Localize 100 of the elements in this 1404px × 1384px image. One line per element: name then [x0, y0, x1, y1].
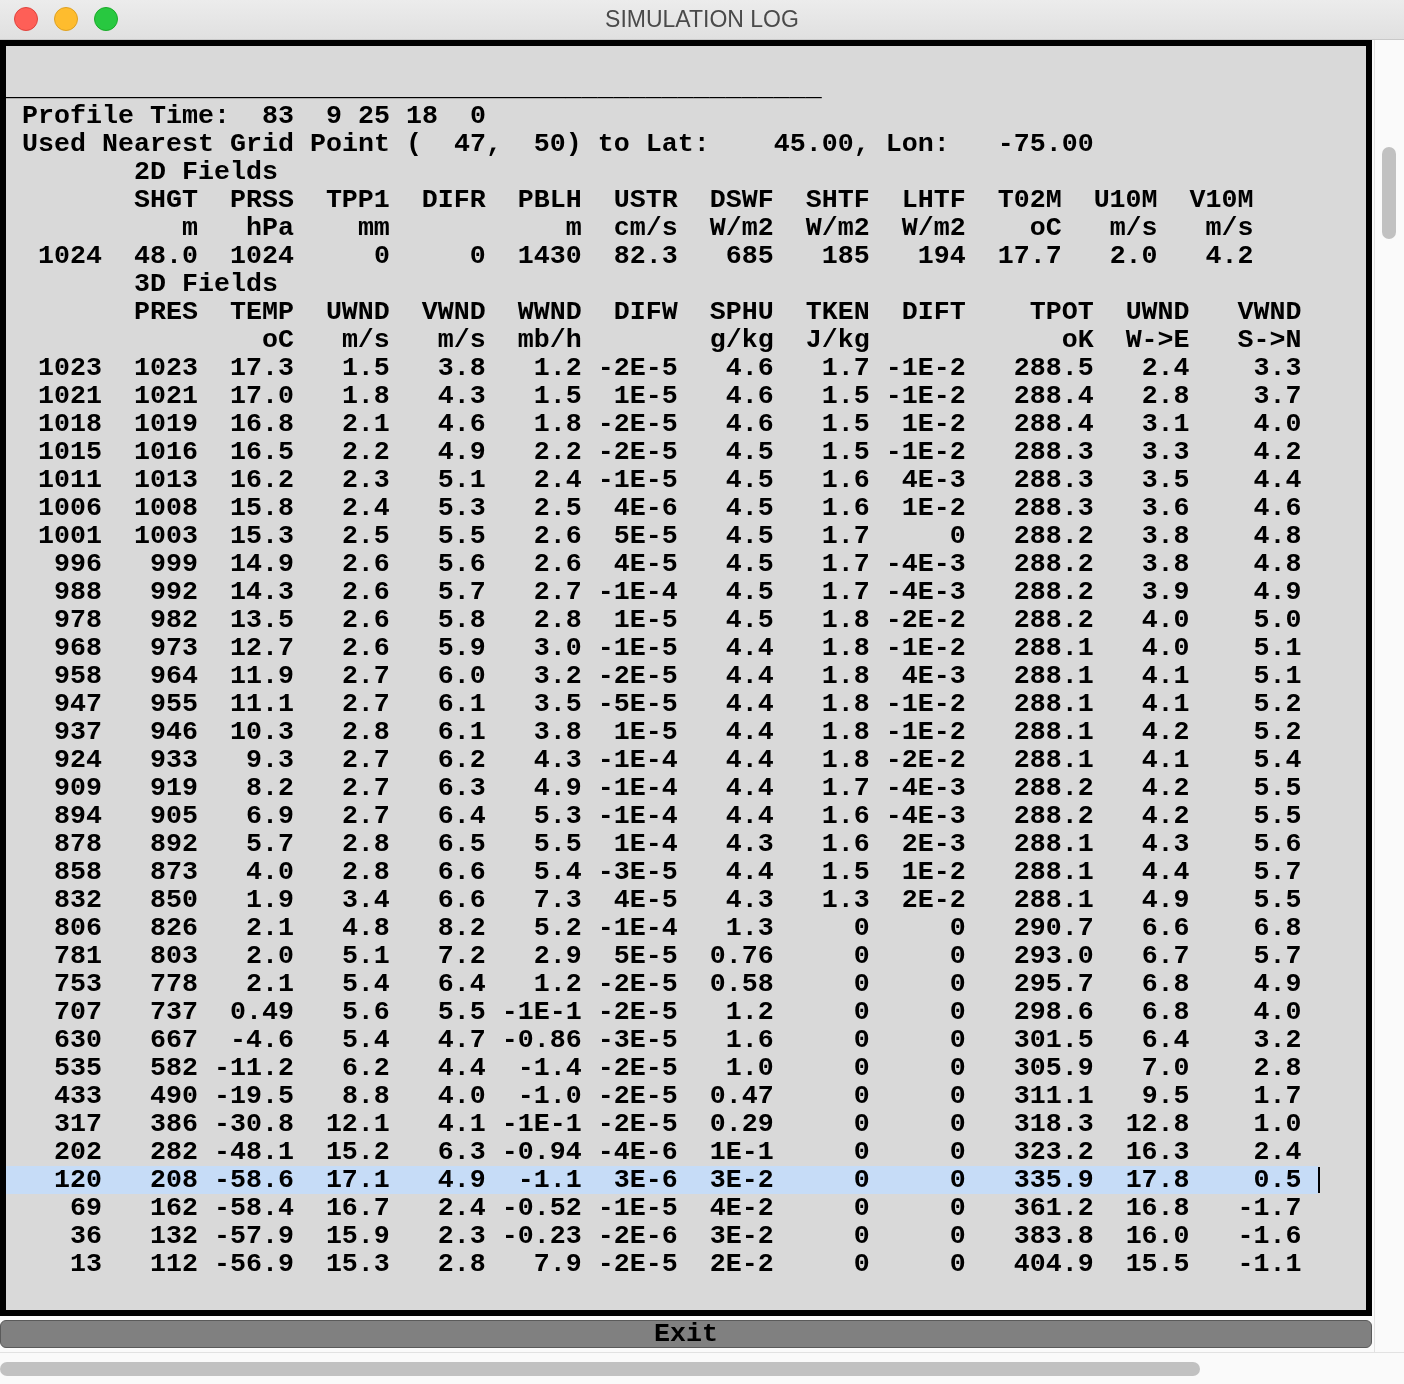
table-cell-text: 5.2: [1252, 690, 1302, 718]
table-cell-text: 6.8: [1140, 998, 1190, 1026]
table-cell-text: 0: [948, 522, 966, 550]
table-cell-text: 4.2: [1204, 242, 1254, 270]
table-row[interactable]: 753 778 2.1 5.4 6.4 1.2 -2E-5 0.58 0 0 295.7 6.8 4.9: [6, 970, 1318, 998]
table-row[interactable]: 202 282 -48.1 15.2 6.3 -0.94 -4E-6 1E-1 0 0 323.2 16.3 2.4: [6, 1138, 1318, 1166]
table-row[interactable]: 13 112 -56.9 15.3 2.8 7.9 -2E-5 2E-2 0 0 404.9 15.5 -1.1: [6, 1250, 1318, 1278]
table-cell-text: 1E-4: [612, 830, 678, 858]
table-cell-text: 2.7: [532, 578, 582, 606]
table-row[interactable]: 996 999 14.9 2.6 5.6 2.6 4E-5 4.5 1.7 -4E-3 288.2 3.8 4.8: [6, 550, 1318, 578]
table-cell-text: 5.1: [1252, 634, 1302, 662]
table-row[interactable]: 535 582 -11.2 6.2 4.4 -1.4 -2E-5 1.0 0 0 305.9 7.0 2.8: [6, 1054, 1318, 1082]
table-cell-text: 924: [52, 746, 102, 774]
table-cell-text: -0.94: [500, 1138, 582, 1166]
table-cell-text: 4.1: [1140, 746, 1190, 774]
unit-label: m: [180, 214, 198, 242]
table-row[interactable]: 120 208 -58.6 17.1 4.9 -1.1 3E-6 3E-2 0 0 335.9 17.8 0.5: [6, 1166, 1318, 1194]
table-row[interactable]: 924 933 9.3 2.7 6.2 4.3 -1E-4 4.4 1.8 -2E-2 288.1 4.1 5.4: [6, 746, 1318, 774]
table-row[interactable]: 806 826 2.1 4.8 8.2 5.2 -1E-4 1.3 0 0 290.7 6.6 6.8: [6, 914, 1318, 942]
table-cell-text: 361.2: [1012, 1194, 1094, 1222]
window-title: SIMULATION LOG: [605, 6, 799, 33]
table-cell-text: 5.6: [436, 550, 486, 578]
table-row[interactable]: 69 162 -58.4 16.7 2.4 -0.52 -1E-5 4E-2 0 0 361.2 16.8 -1.7: [6, 1194, 1318, 1222]
table-cell-text: 5.2: [532, 914, 582, 942]
table-cell-text: 4.9: [532, 774, 582, 802]
table-cell-text: 4.6: [436, 410, 486, 438]
table-row[interactable]: 1006 1008 15.8 2.4 5.3 2.5 4E-6 4.5 1.6 1E-2 288.3 3.6 4.6: [6, 494, 1318, 522]
table-cell-text: 288.2: [1012, 522, 1094, 550]
table-cell-text: -4E-3: [884, 774, 966, 802]
table-cell-text: 15.3: [324, 1250, 390, 1278]
table-row[interactable]: 781 803 2.0 5.1 7.2 2.9 5E-5 0.76 0 0 293.0 6.7 5.7: [6, 942, 1318, 970]
section-title: 2D Fields: [133, 158, 278, 186]
table-cell-text: 4.6: [724, 354, 774, 382]
table-row[interactable]: 978 982 13.5 2.6 5.8 2.8 1E-5 4.5 1.8 -2E-2 288.2 4.0 5.0: [6, 606, 1318, 634]
table-row[interactable]: 968 973 12.7 2.6 5.9 3.0 -1E-5 4.4 1.8 -1E-2 288.1 4.0 5.1: [6, 634, 1318, 662]
close-button[interactable]: [14, 7, 38, 31]
table-row[interactable]: 878 892 5.7 2.8 6.5 5.5 1E-4 4.3 1.6 2E-3 288.1 4.3 5.6: [6, 830, 1318, 858]
table-cell-text: -1E-2: [884, 438, 966, 466]
table-row[interactable]: 1023 1023 17.3 1.5 3.8 1.2 -2E-5 4.6 1.7 -1E-2 288.5 2.4 3.3: [6, 354, 1318, 382]
table-row[interactable]: 958 964 11.9 2.7 6.0 3.2 -2E-5 4.4 1.8 4E-3 288.1 4.1 5.1: [6, 662, 1318, 690]
table-cell-text: 288.1: [1012, 886, 1094, 914]
table-cell-text: 288.1: [1012, 746, 1094, 774]
table-row[interactable]: 947 955 11.1 2.7 6.1 3.5 -5E-5 4.4 1.8 -1E-2 288.1 4.1 5.2: [6, 690, 1318, 718]
scroll-thumb[interactable]: [1382, 147, 1396, 239]
table-row[interactable]: 433 490 -19.5 8.8 4.0 -1.0 -2E-5 0.47 0 0 311.1 9.5 1.7: [6, 1082, 1318, 1110]
table-cell-text: 937: [52, 718, 102, 746]
table-row[interactable]: 1001 1003 15.3 2.5 5.5 2.6 5E-5 4.5 1.7 0 288.2 3.8 4.8: [6, 522, 1318, 550]
table-cell-text: 490: [148, 1082, 198, 1110]
table-row[interactable]: 894 905 6.9 2.7 6.4 5.3 -1E-4 4.4 1.6 -4E-3 288.2 4.2 5.5: [6, 802, 1318, 830]
table-cell-text: 298.6: [1012, 998, 1094, 1026]
table-cell-text: 1.5: [820, 438, 870, 466]
minimize-button[interactable]: [54, 7, 78, 31]
table-row[interactable]: 909 919 8.2 2.7 6.3 4.9 -1E-4 4.4 1.7 -4E-3 288.2 4.2 5.5: [6, 774, 1318, 802]
table-row[interactable]: 988 992 14.3 2.6 5.7 2.7 -1E-4 4.5 1.7 -4E-3 288.2 3.9 4.9: [6, 578, 1318, 606]
table-cell-text: 13.5: [228, 606, 294, 634]
table-row[interactable]: 317 386 -30.8 12.1 4.1 -1E-1 -2E-5 0.29 0 0 318.3 12.8 1.0: [6, 1110, 1318, 1138]
unit-label: m/s: [1108, 214, 1158, 242]
table-cell-text: 288.2: [1012, 606, 1094, 634]
table-cell-text: 2.4: [1252, 1138, 1302, 1166]
table-cell-text: 2E-2: [708, 1250, 774, 1278]
table-cell-text: 1.3: [820, 886, 870, 914]
table-cell-text: 4.4: [724, 802, 774, 830]
table-cell-text: 383.8: [1012, 1222, 1094, 1250]
rule-line: ___________________________________________________: [6, 74, 822, 102]
table-cell-text: 667: [148, 1026, 198, 1054]
table-row[interactable]: 858 873 4.0 2.8 6.6 5.4 -3E-5 4.4 1.5 1E-2 288.1 4.4 5.7: [6, 858, 1318, 886]
table-row[interactable]: 1015 1016 16.5 2.2 4.9 2.2 -2E-5 4.5 1.5 -1E-2 288.3 3.3 4.2: [6, 438, 1318, 466]
table-cell-text: 1.5: [820, 382, 870, 410]
column-header: SPHU: [708, 298, 774, 326]
table-row[interactable]: 832 850 1.9 3.4 6.6 7.3 4E-5 4.3 1.3 2E-2 288.1 4.9 5.5: [6, 886, 1318, 914]
table-cell-text: 6.1: [436, 718, 486, 746]
table-row[interactable]: 630 667 -4.6 5.4 4.7 -0.86 -3E-5 1.6 0 0 301.5 6.4 3.2: [6, 1026, 1318, 1054]
table-cell-text: 17.8: [1124, 1166, 1190, 1194]
table-row[interactable]: 1018 1019 16.8 2.1 4.6 1.8 -2E-5 4.6 1.5 1E-2 288.4 3.1 4.0: [6, 410, 1318, 438]
table-cell-text: 15.3: [228, 522, 294, 550]
table-cell-text: -4.6: [228, 1026, 294, 1054]
table-cell-text: 4.5: [724, 466, 774, 494]
unit-label: mb/h: [516, 326, 582, 354]
table-row[interactable]: 1024 48.0 1024 0 0 1430 82.3 685 185 194 17.7 2.0 4.2: [6, 242, 1270, 270]
zoom-button[interactable]: [94, 7, 118, 31]
unit-label: mm: [356, 214, 390, 242]
table-cell-text: 4.8: [1252, 522, 1302, 550]
table-cell-text: 208: [148, 1166, 198, 1194]
table-cell-text: 3.0: [532, 634, 582, 662]
table-cell-text: -0.86: [500, 1026, 582, 1054]
scroll-thumb[interactable]: [0, 1362, 1200, 1376]
table-cell-text: 17.7: [996, 242, 1062, 270]
exit-button[interactable]: Exit: [0, 1320, 1372, 1348]
table-cell-text: 7.0: [1140, 1054, 1190, 1082]
table-cell-text: -1E-1: [500, 1110, 582, 1138]
table-row[interactable]: 707 737 0.49 5.6 5.5 -1E-1 -2E-5 1.2 0 0 298.6 6.8 4.0: [6, 998, 1318, 1026]
table-cell-text: 0: [852, 1138, 870, 1166]
table-cell-text: 16.5: [228, 438, 294, 466]
table-row[interactable]: 1021 1021 17.0 1.8 4.3 1.5 1E-5 4.6 1.5 -1E-2 288.4 2.8 3.7: [6, 382, 1318, 410]
table-row[interactable]: 1011 1013 16.2 2.3 5.1 2.4 -1E-5 4.5 1.6 4E-3 288.3 3.5 4.4: [6, 466, 1318, 494]
column-header: DIFT: [900, 298, 966, 326]
table-cell-text: 4.5: [724, 438, 774, 466]
table-row[interactable]: 937 946 10.3 2.8 6.1 3.8 1E-5 4.4 1.8 -1E-2 288.1 4.2 5.2: [6, 718, 1318, 746]
table-row[interactable]: 36 132 -57.9 15.9 2.3 -0.23 -2E-6 3E-2 0 0 383.8 16.0 -1.6: [6, 1222, 1318, 1250]
table-cell-text: 317: [52, 1110, 102, 1138]
